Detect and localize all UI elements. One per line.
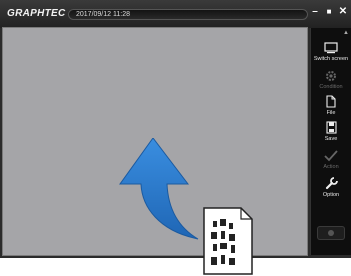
title-bar: GRAPHTEC 2017/09/12 11:28 – ■ ✕ <box>0 0 351 28</box>
option-button[interactable]: Option <box>311 176 351 198</box>
document-icon <box>203 207 253 275</box>
file-label: File <box>326 110 336 116</box>
minimize-button[interactable]: – <box>309 6 321 18</box>
side-panel: ▲ Switch screen Condition File Save Acti… <box>310 28 351 255</box>
record-icon <box>328 230 334 236</box>
file-button[interactable]: File <box>311 94 351 116</box>
save-icon <box>325 121 337 134</box>
record-button[interactable] <box>317 226 345 240</box>
pin-icon[interactable]: ▲ <box>343 30 349 36</box>
close-button[interactable]: ✕ <box>337 6 349 18</box>
switch-screen-button[interactable]: Switch screen <box>311 40 351 62</box>
brand-logo: GRAPHTEC <box>7 8 66 19</box>
maximize-button[interactable]: ■ <box>323 6 335 18</box>
gear-icon <box>326 71 336 81</box>
condition-label: Condition <box>319 84 343 90</box>
save-button[interactable]: Save <box>311 120 351 142</box>
wrench-icon <box>325 177 338 190</box>
option-label: Option <box>322 192 340 198</box>
monitor-icon <box>324 42 338 54</box>
save-label: Save <box>324 136 338 142</box>
switch-screen-label: Switch screen <box>313 56 349 62</box>
datetime-display: 2017/09/12 11:28 <box>68 9 308 20</box>
condition-button[interactable]: Condition <box>311 68 351 90</box>
file-icon <box>326 95 336 108</box>
action-button[interactable]: Action <box>311 148 351 170</box>
check-icon <box>324 150 338 162</box>
action-label: Action <box>323 164 339 170</box>
window-controls: – ■ ✕ <box>309 6 349 18</box>
datetime-text: 2017/09/12 11:28 <box>76 11 130 18</box>
